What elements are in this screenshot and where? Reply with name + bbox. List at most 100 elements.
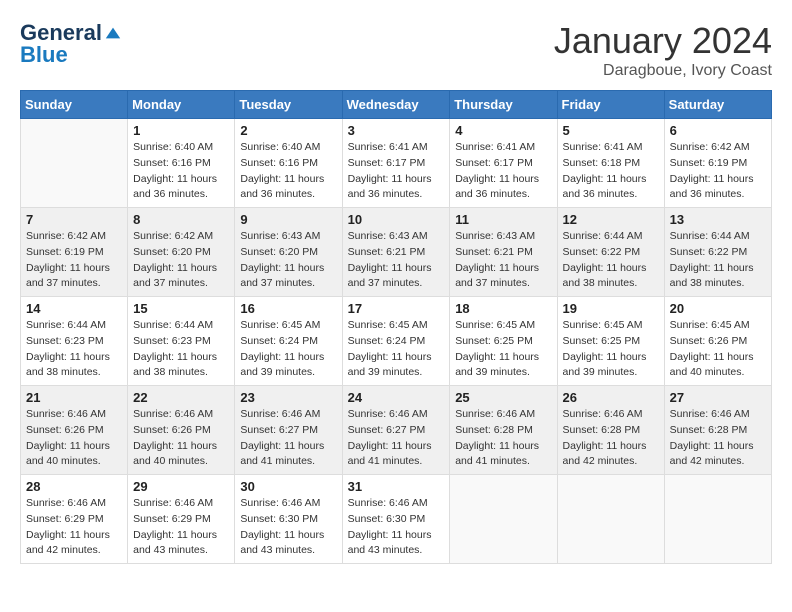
day-info-text: Sunset: 6:26 PM: [670, 334, 766, 350]
location: Daragboue, Ivory Coast: [554, 62, 772, 80]
day-info-text: Sunrise: 6:44 AM: [670, 229, 766, 245]
day-info-text: Sunrise: 6:45 AM: [670, 318, 766, 334]
day-info-text: Sunrise: 6:46 AM: [240, 407, 336, 423]
day-info-text: Sunset: 6:30 PM: [348, 512, 445, 528]
day-header-wednesday: Wednesday: [342, 91, 450, 119]
day-number: 19: [563, 301, 659, 316]
day-number: 2: [240, 123, 336, 138]
day-info-text: Sunset: 6:21 PM: [348, 245, 445, 261]
day-info-text: Sunset: 6:27 PM: [348, 423, 445, 439]
day-info-text: Sunset: 6:28 PM: [455, 423, 551, 439]
day-info-text: Daylight: 11 hours and 36 minutes.: [133, 172, 229, 204]
day-info-text: Sunrise: 6:46 AM: [133, 407, 229, 423]
day-info-text: Sunset: 6:16 PM: [240, 156, 336, 172]
day-info-text: Daylight: 11 hours and 43 minutes.: [240, 528, 336, 560]
day-number: 22: [133, 390, 229, 405]
day-info-text: Daylight: 11 hours and 40 minutes.: [670, 350, 766, 382]
day-info-text: Sunset: 6:19 PM: [26, 245, 122, 261]
calendar-week-row: 1Sunrise: 6:40 AMSunset: 6:16 PMDaylight…: [21, 119, 772, 208]
day-info-text: Daylight: 11 hours and 40 minutes.: [26, 439, 122, 471]
day-number: 29: [133, 479, 229, 494]
day-info-text: Sunset: 6:22 PM: [670, 245, 766, 261]
day-info-text: Sunrise: 6:45 AM: [240, 318, 336, 334]
day-info-text: Daylight: 11 hours and 36 minutes.: [563, 172, 659, 204]
calendar-day-2: 2Sunrise: 6:40 AMSunset: 6:16 PMDaylight…: [235, 119, 342, 208]
calendar-day-8: 8Sunrise: 6:42 AMSunset: 6:20 PMDaylight…: [128, 208, 235, 297]
calendar-day-26: 26Sunrise: 6:46 AMSunset: 6:28 PMDayligh…: [557, 386, 664, 475]
calendar-header-row: SundayMondayTuesdayWednesdayThursdayFrid…: [21, 91, 772, 119]
title-section: January 2024 Daragboue, Ivory Coast: [554, 20, 772, 80]
day-number: 3: [348, 123, 445, 138]
day-number: 20: [670, 301, 766, 316]
calendar-day-20: 20 Sunrise: 6:45 AMSunset: 6:26 PMDayligh…: [664, 297, 771, 386]
day-info-text: Sunrise: 6:46 AM: [26, 496, 122, 512]
day-info-text: Daylight: 11 hours and 36 minutes.: [240, 172, 336, 204]
calendar-day-1: 1Sunrise: 6:40 AMSunset: 6:16 PMDaylight…: [128, 119, 235, 208]
day-info-text: Sunset: 6:20 PM: [240, 245, 336, 261]
calendar-day-21: 21Sunrise: 6:46 AMSunset: 6:26 PMDayligh…: [21, 386, 128, 475]
day-info-text: Daylight: 11 hours and 38 minutes.: [26, 350, 122, 382]
logo-blue: Blue: [20, 42, 68, 68]
calendar-day-10: 10Sunrise: 6:43 AMSunset: 6:21 PMDayligh…: [342, 208, 450, 297]
calendar-table: SundayMondayTuesdayWednesdayThursdayFrid…: [20, 90, 772, 564]
day-info-text: Daylight: 11 hours and 37 minutes.: [26, 261, 122, 293]
day-number: 13: [670, 212, 766, 227]
day-info-text: Sunset: 6:24 PM: [240, 334, 336, 350]
calendar-week-row: 14Sunrise: 6:44 AMSunset: 6:23 PMDayligh…: [21, 297, 772, 386]
day-info-text: Daylight: 11 hours and 40 minutes.: [133, 439, 229, 471]
calendar-day-9: 9Sunrise: 6:43 AMSunset: 6:20 PMDaylight…: [235, 208, 342, 297]
day-info-text: Sunrise: 6:46 AM: [670, 407, 766, 423]
calendar-empty-cell: [450, 475, 557, 564]
calendar-day-4: 4Sunrise: 6:41 AMSunset: 6:17 PMDaylight…: [450, 119, 557, 208]
calendar-day-16: 16Sunrise: 6:45 AMSunset: 6:24 PMDayligh…: [235, 297, 342, 386]
day-header-tuesday: Tuesday: [235, 91, 342, 119]
day-info-text: Sunrise: 6:41 AM: [455, 140, 551, 156]
day-info-text: Daylight: 11 hours and 36 minutes.: [670, 172, 766, 204]
day-info-text: Sunset: 6:17 PM: [348, 156, 445, 172]
calendar-day-12: 12Sunrise: 6:44 AMSunset: 6:22 PMDayligh…: [557, 208, 664, 297]
page-header: General Blue January 2024 Daragboue, Ivo…: [20, 20, 772, 80]
day-number: 30: [240, 479, 336, 494]
calendar-day-17: 17Sunrise: 6:45 AMSunset: 6:24 PMDayligh…: [342, 297, 450, 386]
day-info-text: Sunrise: 6:41 AM: [348, 140, 445, 156]
calendar-day-29: 29Sunrise: 6:46 AMSunset: 6:29 PMDayligh…: [128, 475, 235, 564]
day-info-text: Daylight: 11 hours and 41 minutes.: [455, 439, 551, 471]
day-info-text: Sunrise: 6:46 AM: [26, 407, 122, 423]
day-info-text: Sunset: 6:26 PM: [133, 423, 229, 439]
day-header-monday: Monday: [128, 91, 235, 119]
day-number: 5: [563, 123, 659, 138]
day-info-text: Sunrise: 6:44 AM: [26, 318, 122, 334]
day-info-text: Sunrise: 6:42 AM: [133, 229, 229, 245]
day-number: 27: [670, 390, 766, 405]
day-number: 26: [563, 390, 659, 405]
day-info-text: Sunrise: 6:46 AM: [240, 496, 336, 512]
day-info-text: Sunset: 6:26 PM: [26, 423, 122, 439]
day-number: 12: [563, 212, 659, 227]
calendar-day-30: 30Sunrise: 6:46 AMSunset: 6:30 PMDayligh…: [235, 475, 342, 564]
day-number: 23: [240, 390, 336, 405]
day-info-text: Daylight: 11 hours and 37 minutes.: [348, 261, 445, 293]
calendar-day-5: 5Sunrise: 6:41 AMSunset: 6:18 PMDaylight…: [557, 119, 664, 208]
day-info-text: Sunset: 6:20 PM: [133, 245, 229, 261]
logo: General Blue: [20, 20, 122, 68]
day-info-text: Sunset: 6:27 PM: [240, 423, 336, 439]
day-number: 16: [240, 301, 336, 316]
calendar-empty-cell: [21, 119, 128, 208]
day-info-text: Sunrise: 6:46 AM: [455, 407, 551, 423]
day-info-text: Daylight: 11 hours and 36 minutes.: [348, 172, 445, 204]
day-info-text: Sunrise: 6:40 AM: [133, 140, 229, 156]
day-info-text: Sunrise: 6:42 AM: [26, 229, 122, 245]
day-number: 11: [455, 212, 551, 227]
day-number: 4: [455, 123, 551, 138]
day-header-thursday: Thursday: [450, 91, 557, 119]
day-info-text: Sunrise: 6:46 AM: [133, 496, 229, 512]
day-info-text: Sunset: 6:25 PM: [455, 334, 551, 350]
day-info-text: Daylight: 11 hours and 37 minutes.: [240, 261, 336, 293]
day-info-text: Sunset: 6:25 PM: [563, 334, 659, 350]
day-info-text: Sunrise: 6:45 AM: [563, 318, 659, 334]
day-number: 18: [455, 301, 551, 316]
day-info-text: Daylight: 11 hours and 42 minutes.: [563, 439, 659, 471]
calendar-week-row: 21Sunrise: 6:46 AMSunset: 6:26 PMDayligh…: [21, 386, 772, 475]
calendar-empty-cell: [557, 475, 664, 564]
day-info-text: Sunrise: 6:44 AM: [133, 318, 229, 334]
